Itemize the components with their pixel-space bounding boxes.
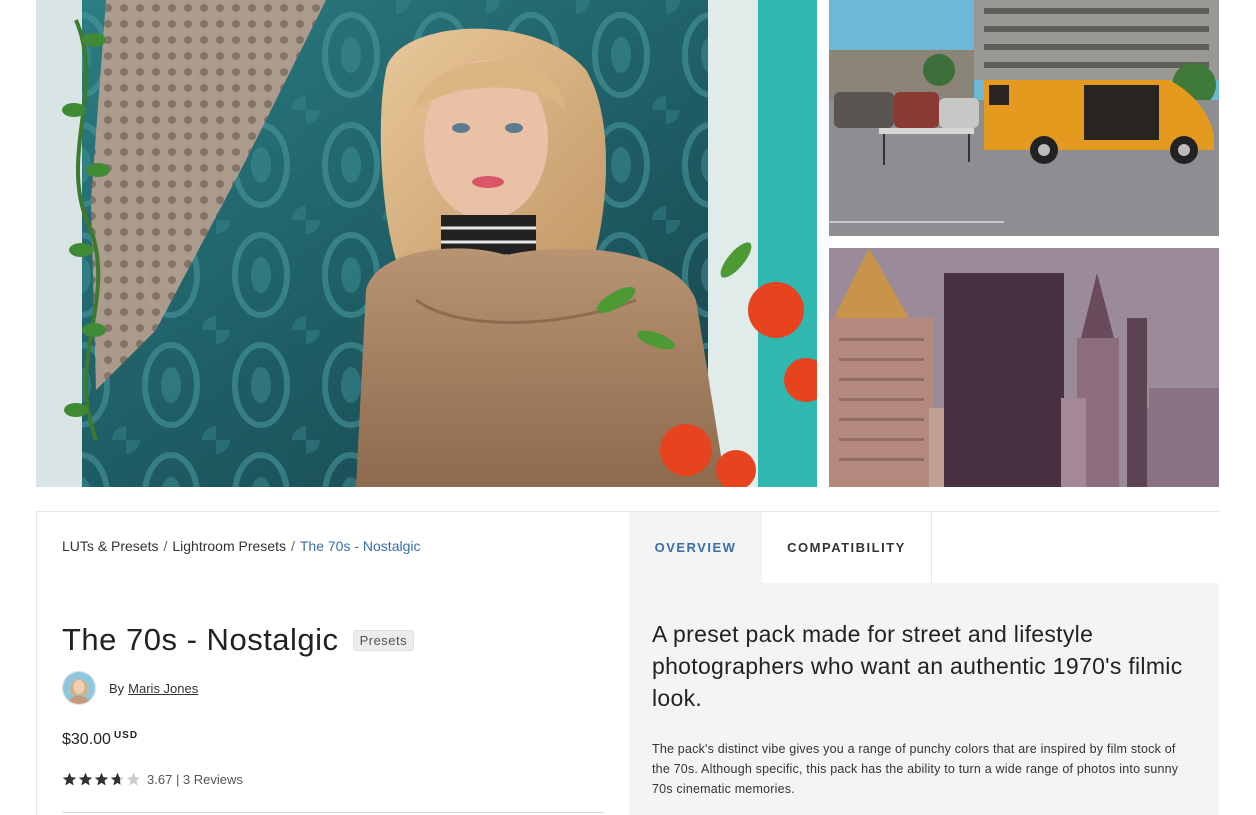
tab-overview[interactable]: OVERVIEW — [629, 512, 762, 583]
gallery-main-image[interactable] — [36, 0, 817, 487]
title-row: The 70s - Nostalgic Presets — [62, 622, 415, 658]
star-icon — [126, 772, 141, 786]
details-tabs: OVERVIEW COMPATIBILITY — [629, 512, 1219, 583]
category-badge[interactable]: Presets — [352, 629, 415, 651]
reviews-link[interactable]: | 3 Reviews — [176, 772, 243, 787]
breadcrumb-lightroom-presets[interactable]: Lightroom Presets — [172, 538, 286, 554]
gallery-city-image[interactable] — [829, 248, 1219, 487]
star-icon — [110, 772, 125, 786]
tabs-filler — [932, 512, 1219, 583]
product-gallery — [36, 0, 1219, 487]
price-currency: USD — [113, 730, 139, 741]
star-icon — [94, 772, 109, 786]
rating-row: 3.67 | 3 Reviews — [62, 772, 243, 787]
price: $30.00 USD — [62, 730, 138, 749]
gallery-van-image[interactable] — [829, 0, 1219, 236]
overview-body: The pack's distinct vibe gives you a ran… — [652, 742, 1179, 796]
breadcrumb-separator: / — [163, 538, 168, 554]
breadcrumb: LUTs & Presets / Lightroom Presets / The 70s… — [62, 538, 420, 554]
star-rating — [62, 772, 142, 787]
overview-lead: A preset pack made for street and lifest… — [652, 621, 1183, 711]
breadcrumb-luts-presets[interactable]: LUTs & Presets — [62, 538, 158, 554]
product-card: LUTs & Presets / Lightroom Presets / The 70s… — [36, 511, 1219, 815]
author-by-label: By — [109, 680, 125, 696]
breadcrumb-separator: / — [290, 538, 295, 554]
divider — [62, 812, 604, 813]
product-info-panel: LUTs & Presets / Lightroom Presets / The 70s… — [37, 512, 629, 815]
details-panel: OVERVIEW COMPATIBILITY A preset pack mad… — [629, 512, 1219, 815]
price-amount: $30.00 — [62, 731, 111, 748]
rating-value: 3.67 — [147, 772, 173, 787]
star-icon — [78, 772, 93, 786]
breadcrumb-current: The 70s - Nostalgic — [299, 538, 421, 554]
author-avatar[interactable] — [62, 671, 96, 705]
author-link[interactable]: Maris Jones — [128, 681, 198, 696]
tab-compatibility[interactable]: COMPATIBILITY — [762, 512, 932, 583]
author-row: By Maris Jones — [62, 671, 198, 705]
product-title: The 70s - Nostalgic — [62, 622, 339, 657]
star-icon — [62, 772, 77, 786]
